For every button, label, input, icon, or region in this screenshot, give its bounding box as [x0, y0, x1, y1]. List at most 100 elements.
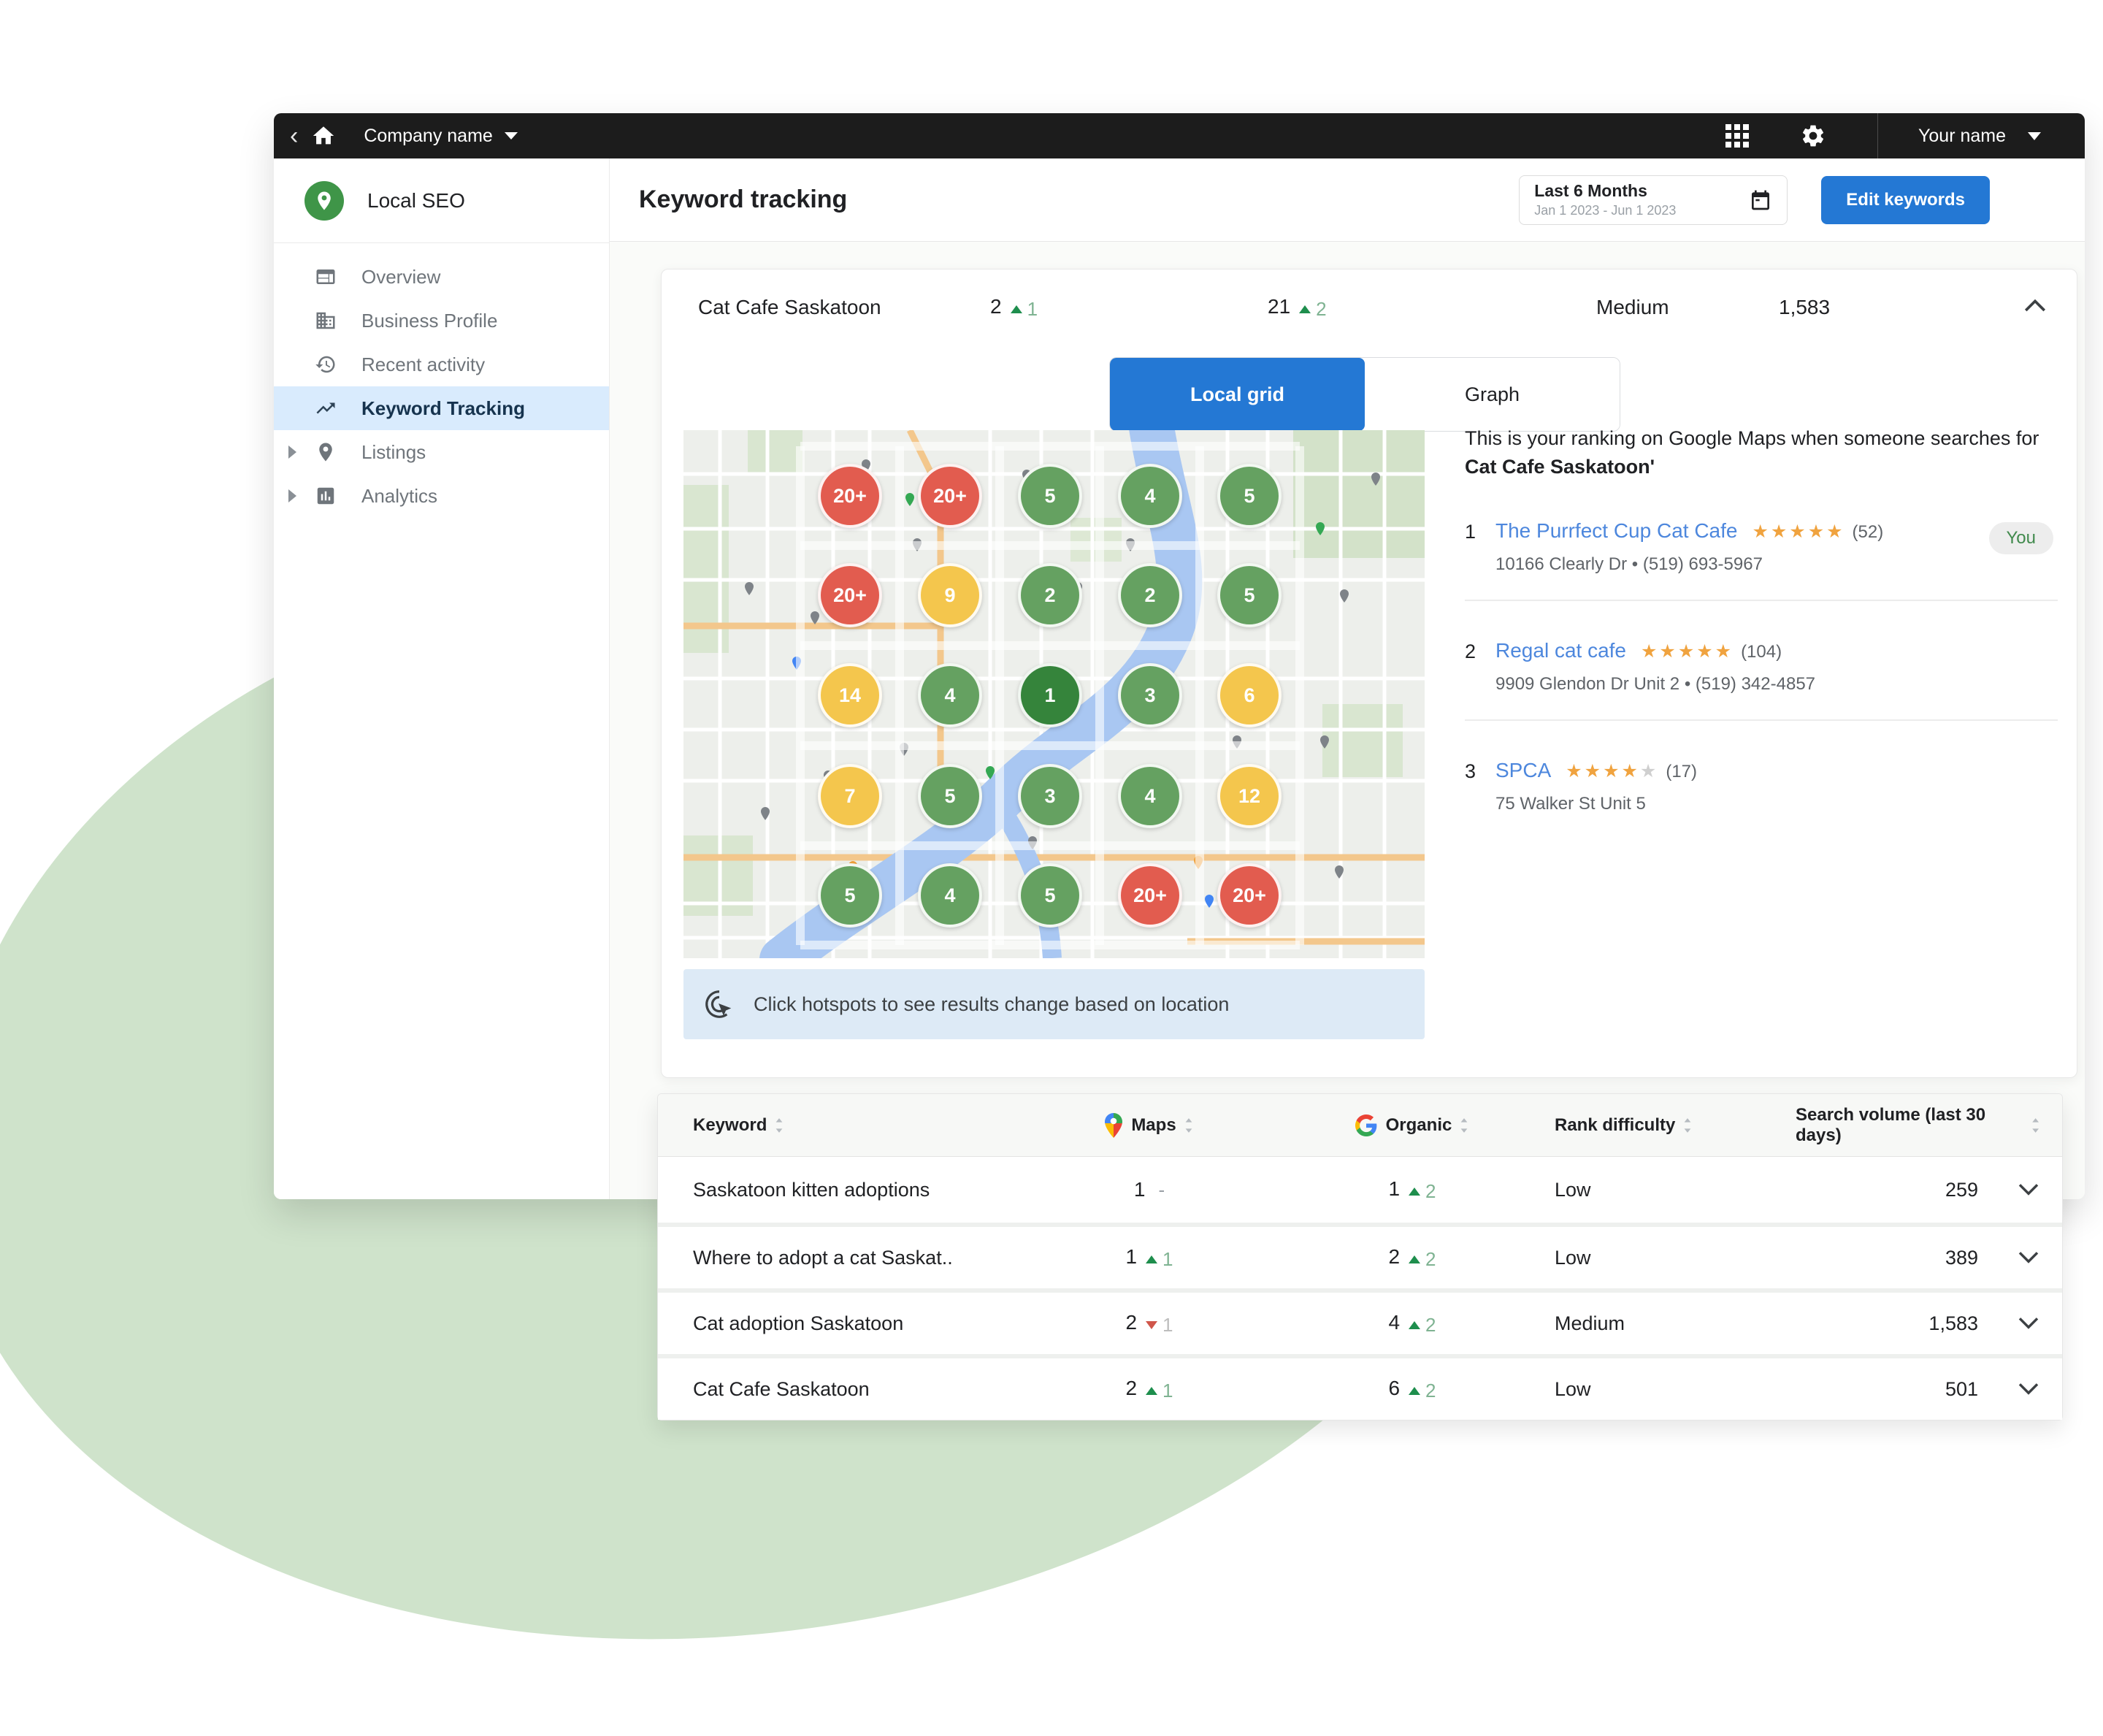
sort-icon	[1684, 1117, 1691, 1133]
rank-change-arrow-icon	[1409, 1386, 1421, 1395]
expand-row-chevron-icon[interactable]	[1978, 1381, 2040, 1397]
ranking-listing-3: 3 SPCA ★★★★★ (17) 75 Walker St Unit 5	[1465, 759, 2058, 814]
map-hotspot[interactable]: 14	[818, 663, 882, 727]
product-name: Local SEO	[367, 188, 465, 212]
rank-difficulty-value: Medium	[1596, 296, 1669, 318]
volume-cell: 389	[1945, 1246, 1978, 1269]
maps-rank-cell: 2 1	[1125, 1376, 1173, 1402]
map-hotspot[interactable]: 3	[1018, 764, 1082, 828]
keyword-summary-row: Cat Cafe Saskatoon 2 1 21 2 Medium 1,583	[662, 269, 2077, 345]
map-hotspot[interactable]: 2	[1118, 563, 1182, 627]
business-address: 75 Walker St Unit 5	[1495, 794, 1646, 814]
tab-graph[interactable]: Graph	[1365, 358, 1620, 431]
sidebar-item-recent-activity[interactable]: Recent activity	[274, 343, 609, 386]
sidebar-item-business-profile[interactable]: Business Profile	[274, 299, 609, 343]
column-organic[interactable]: Organic	[1270, 1114, 1555, 1136]
expand-row-chevron-icon[interactable]	[1978, 1315, 2040, 1331]
expand-row-chevron-icon[interactable]	[1978, 1250, 2040, 1266]
rank-change-arrow-icon	[1146, 1386, 1158, 1395]
column-maps[interactable]: Maps	[1029, 1112, 1270, 1138]
star-rating: ★★★★★	[1641, 641, 1734, 662]
expand-icon[interactable]	[288, 489, 296, 502]
date-range-picker[interactable]: Last 6 Months Jan 1 2023 - Jun 1 2023	[1519, 175, 1788, 225]
search-volume-value: 1,583	[1779, 296, 1831, 318]
table-row: Saskatoon kitten adoptions 1 - 1 2 Low 2…	[658, 1157, 2062, 1223]
map-hotspot[interactable]: 5	[1217, 464, 1282, 528]
bar-chart-icon	[315, 485, 340, 507]
rank-number: 2	[1465, 641, 1476, 663]
map-hotspot[interactable]: 20+	[818, 563, 882, 627]
map-hotspot[interactable]: 4	[1118, 464, 1182, 528]
history-icon	[315, 353, 340, 375]
building-icon	[315, 310, 340, 332]
sidebar-item-analytics[interactable]: Analytics	[274, 474, 609, 518]
map-hotspot[interactable]: 7	[818, 764, 882, 828]
maps-rank-cell: 2 1	[1125, 1310, 1173, 1336]
map-hotspot[interactable]: 20+	[1118, 863, 1182, 928]
sidebar-item-listings[interactable]: Listings	[274, 430, 609, 474]
maps-rank-metric: 2 1	[990, 294, 1038, 320]
sidebar-item-label: Listings	[361, 440, 426, 463]
map-hotspot[interactable]: 5	[918, 764, 982, 828]
column-keyword[interactable]: Keyword	[693, 1115, 1029, 1136]
map-hotspot[interactable]: 5	[1018, 464, 1082, 528]
expand-icon[interactable]	[288, 446, 296, 459]
business-link[interactable]: SPCA	[1495, 759, 1551, 782]
apps-grid-icon[interactable]	[1725, 124, 1749, 148]
maps-rank-cell: 1 -	[1133, 1178, 1165, 1201]
map-hotspot[interactable]: 4	[1118, 764, 1182, 828]
page-header: Keyword tracking Last 6 Months Jan 1 202…	[610, 158, 2085, 242]
business-link[interactable]: The Purrfect Cup Cat Cafe	[1495, 519, 1737, 543]
tab-local-grid[interactable]: Local grid	[1110, 358, 1365, 431]
user-menu[interactable]: Your name	[1918, 126, 2041, 147]
keyword-cell: Cat adoption Saskatoon	[693, 1312, 904, 1334]
map-hotspot[interactable]: 5	[1018, 863, 1082, 928]
sidebar-item-label: Analytics	[361, 484, 438, 507]
ranking-intro-keyword: Cat Cafe Saskatoon'	[1465, 456, 1655, 478]
column-search-volume[interactable]: Search volume (last 30 days)	[1796, 1105, 2040, 1146]
gear-icon[interactable]	[1800, 123, 1826, 149]
sidebar-item-label: Keyword Tracking	[361, 397, 525, 419]
map-hotspot[interactable]: 20+	[818, 464, 882, 528]
map-hotspot[interactable]: 20+	[1217, 863, 1282, 928]
map-hotspot[interactable]: 1	[1018, 663, 1082, 727]
app-window: ‹ Company name Your name Local SEO Overv…	[274, 113, 2085, 1199]
map-hotspot[interactable]: 6	[1217, 663, 1282, 727]
map-hint-text: Click hotspots to see results change bas…	[754, 993, 1230, 1015]
top-bar: ‹ Company name Your name	[274, 113, 2085, 158]
map-hotspot[interactable]: 4	[918, 663, 982, 727]
product-brand: Local SEO	[274, 158, 609, 243]
collapse-chevron-icon[interactable]	[2023, 296, 2048, 319]
difficulty-cell: Low	[1555, 1178, 1591, 1201]
map-hotspot[interactable]: 9	[918, 563, 982, 627]
company-name-menu[interactable]: Company name	[364, 126, 492, 147]
map-hotspot[interactable]: 5	[818, 863, 882, 928]
divider	[1465, 600, 2058, 602]
home-icon[interactable]	[311, 123, 336, 148]
rank-change-arrow-icon	[1409, 1320, 1421, 1329]
edit-keywords-button[interactable]: Edit keywords	[1821, 175, 1990, 224]
chevron-down-icon	[2028, 131, 2041, 140]
local-seo-pin-icon	[304, 180, 344, 221]
rank-change-arrow-icon	[1299, 305, 1311, 313]
sort-icon	[1185, 1117, 1192, 1133]
map-hotspot[interactable]: 2	[1018, 563, 1082, 627]
view-tabs: Local grid Graph	[1109, 357, 1620, 432]
sort-icon	[2031, 1117, 2039, 1133]
date-range-dates: Jan 1 2023 - Jun 1 2023	[1534, 203, 1677, 218]
map-hotspot[interactable]: 4	[918, 863, 982, 928]
back-icon[interactable]: ‹	[290, 123, 298, 148]
date-range-label: Last 6 Months	[1534, 181, 1647, 200]
expand-row-chevron-icon[interactable]	[1978, 1182, 2040, 1198]
map-hotspot[interactable]: 3	[1118, 663, 1182, 727]
map-hotspot[interactable]: 12	[1217, 764, 1282, 828]
chevron-down-icon[interactable]	[504, 132, 518, 139]
map-hotspot[interactable]: 5	[1217, 563, 1282, 627]
keyword-name: Cat Cafe Saskatoon	[698, 296, 881, 318]
business-link[interactable]: Regal cat cafe	[1495, 639, 1626, 662]
sidebar-item-keyword-tracking[interactable]: Keyword Tracking	[274, 386, 609, 430]
map-hotspot[interactable]: 20+	[918, 464, 982, 528]
sidebar-item-overview[interactable]: Overview	[274, 255, 609, 299]
organic-rank-cell: 1 2	[1388, 1177, 1436, 1202]
column-rank-difficulty[interactable]: Rank difficulty	[1555, 1115, 1796, 1136]
